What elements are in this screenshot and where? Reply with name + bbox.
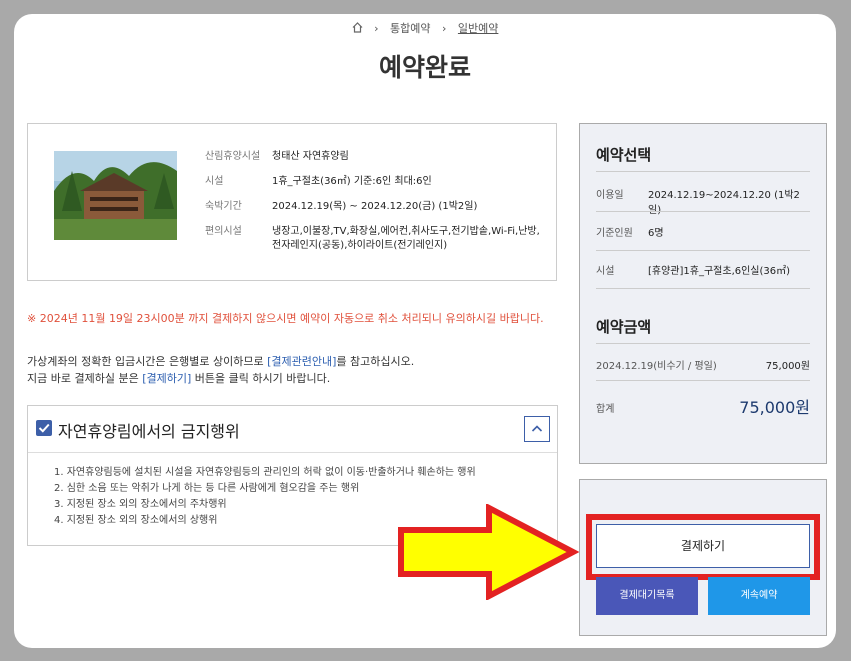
info-value: 냉장고,이불장,TV,화장실,에어컨,취사도구,전기밥솥,Wi-Fi,난방,전자… [272, 226, 540, 251]
info-key: 산림휴양시설 [205, 151, 261, 162]
divider [596, 171, 810, 172]
payment-guide: 가상계좌의 정확한 입금시간은 은행별로 상이하므로 [결제관련안내]를 참고하… [27, 353, 414, 387]
selection-row-facility: 시설 [휴양관]1휴_구절초,6인실(36㎡) [596, 262, 810, 277]
amount-row-night: 2024.12.19(비수기 / 평일) 75,000원 [596, 357, 810, 372]
chevron-right-icon: › [442, 22, 447, 35]
page-title: 예약완료 [378, 53, 471, 82]
guide-text: 가상계좌의 정확한 입금시간은 은행별로 상이하므로 [27, 355, 268, 368]
total-label: 합계 [596, 404, 615, 415]
info-key: 숙박기간 [205, 201, 242, 212]
page-card: › 통합예약 › 일반예약 예약완료 산림휴양시설 청태산 자연휴양림 시설 1… [14, 14, 836, 648]
divider [596, 343, 810, 344]
info-key: 시설 [205, 176, 224, 187]
total-value: 75,000원 [739, 398, 810, 417]
reservation-info-table: 산림휴양시설 청태산 자연휴양림 시설 1휴_구절초(36㎡) 기준:6인 최대… [205, 150, 542, 264]
facility-photo [54, 151, 177, 240]
info-value: 1휴_구절초(36㎡) 기준:6인 최대:6인 [272, 176, 432, 187]
divider [596, 288, 810, 289]
info-row-amenities: 편의시설 냉장고,이불장,TV,화장실,에어컨,취사도구,전기밥솥,Wi-Fi,… [205, 225, 542, 264]
selection-row-people: 기준인원 6명 [596, 224, 810, 239]
row-value: [휴양관]1휴_구절초,6인실(36㎡) [648, 266, 791, 277]
selection-row-date: 이용일 2024.12.19~2024.12.20 (1박2일) [596, 186, 810, 216]
guide-text: 버튼을 클릭 하시기 바랍니다. [191, 372, 331, 385]
checkbox-checked-icon [36, 420, 52, 436]
guide-line-2: 지금 바로 결제하실 분은 [결제하기] 버튼을 클릭 하시기 바랍니다. [27, 370, 414, 387]
info-value: 청태산 자연휴양림 [272, 151, 349, 162]
divider [596, 211, 810, 212]
chevron-right-icon: › [374, 22, 379, 35]
reservation-info-box: 산림휴양시설 청태산 자연휴양림 시설 1휴_구절초(36㎡) 기준:6인 최대… [27, 123, 557, 281]
info-row-facility-name: 산림휴양시설 청태산 자연휴양림 [205, 150, 542, 175]
pointer-arrow-icon [398, 504, 579, 600]
row-key: 2024.12.19(비수기 / 평일) [596, 361, 717, 372]
home-icon[interactable] [352, 22, 363, 36]
prohibited-acts-header: 자연휴양림에서의 금지행위 [28, 406, 557, 453]
guide-text: 지금 바로 결제하실 분은 [27, 372, 143, 385]
divider [596, 380, 810, 381]
amount-row-total: 합계 75,000원 [596, 398, 810, 417]
info-key: 편의시설 [205, 226, 242, 237]
row-key: 기준인원 [596, 228, 633, 239]
guide-text: 를 참고하십시오. [336, 355, 415, 368]
row-value: 75,000원 [765, 361, 810, 372]
continue-reservation-button[interactable]: 계속예약 [708, 577, 810, 615]
collapse-toggle-button[interactable] [524, 416, 550, 442]
breadcrumb: › 통합예약 › 일반예약 [14, 20, 836, 36]
info-row-facility: 시설 1휴_구절초(36㎡) 기준:6인 최대:6인 [205, 175, 542, 200]
reservation-summary-panel: 예약선택 이용일 2024.12.19~2024.12.20 (1박2일) 기준… [579, 123, 827, 464]
row-key: 이용일 [596, 190, 624, 201]
info-row-period: 숙박기간 2024.12.19(목) ~ 2024.12.20(금) (1박2일… [205, 200, 542, 225]
list-item: 1. 자연휴양림등에 설치된 시설을 자연휴양림등의 관리인의 허락 없이 이동… [54, 467, 476, 478]
row-value: 6명 [648, 228, 664, 239]
breadcrumb-item-general[interactable]: 일반예약 [458, 22, 498, 35]
amount-title: 예약금액 [596, 318, 652, 336]
waitlist-button[interactable]: 결제대기목록 [596, 577, 698, 615]
prohibited-acts-title: 자연휴양림에서의 금지행위 [58, 422, 240, 441]
guide-line-1: 가상계좌의 정확한 입금시간은 은행별로 상이하므로 [결제관련안내]를 참고하… [27, 353, 414, 370]
payment-deadline-notice: ※ 2024년 11월 19일 23시00분 까지 결제하지 않으시면 예약이 … [27, 312, 544, 325]
breadcrumb-item-integrated[interactable]: 통합예약 [390, 22, 430, 35]
selection-title: 예약선택 [596, 146, 652, 164]
payment-info-link[interactable]: [결제관련안내] [267, 355, 336, 368]
divider [596, 250, 810, 251]
action-panel: 결제하기 결제대기목록 계속예약 [579, 479, 827, 636]
info-value: 2024.12.19(목) ~ 2024.12.20(금) (1박2일) [272, 201, 478, 212]
highlight-box [586, 514, 820, 580]
pay-link[interactable]: [결제하기] [142, 372, 191, 385]
chevron-up-icon [531, 425, 543, 432]
list-item: 2. 심한 소음 또는 악취가 나게 하는 등 다른 사람에게 혐오감을 주는 … [54, 483, 360, 494]
row-key: 시설 [596, 266, 615, 277]
